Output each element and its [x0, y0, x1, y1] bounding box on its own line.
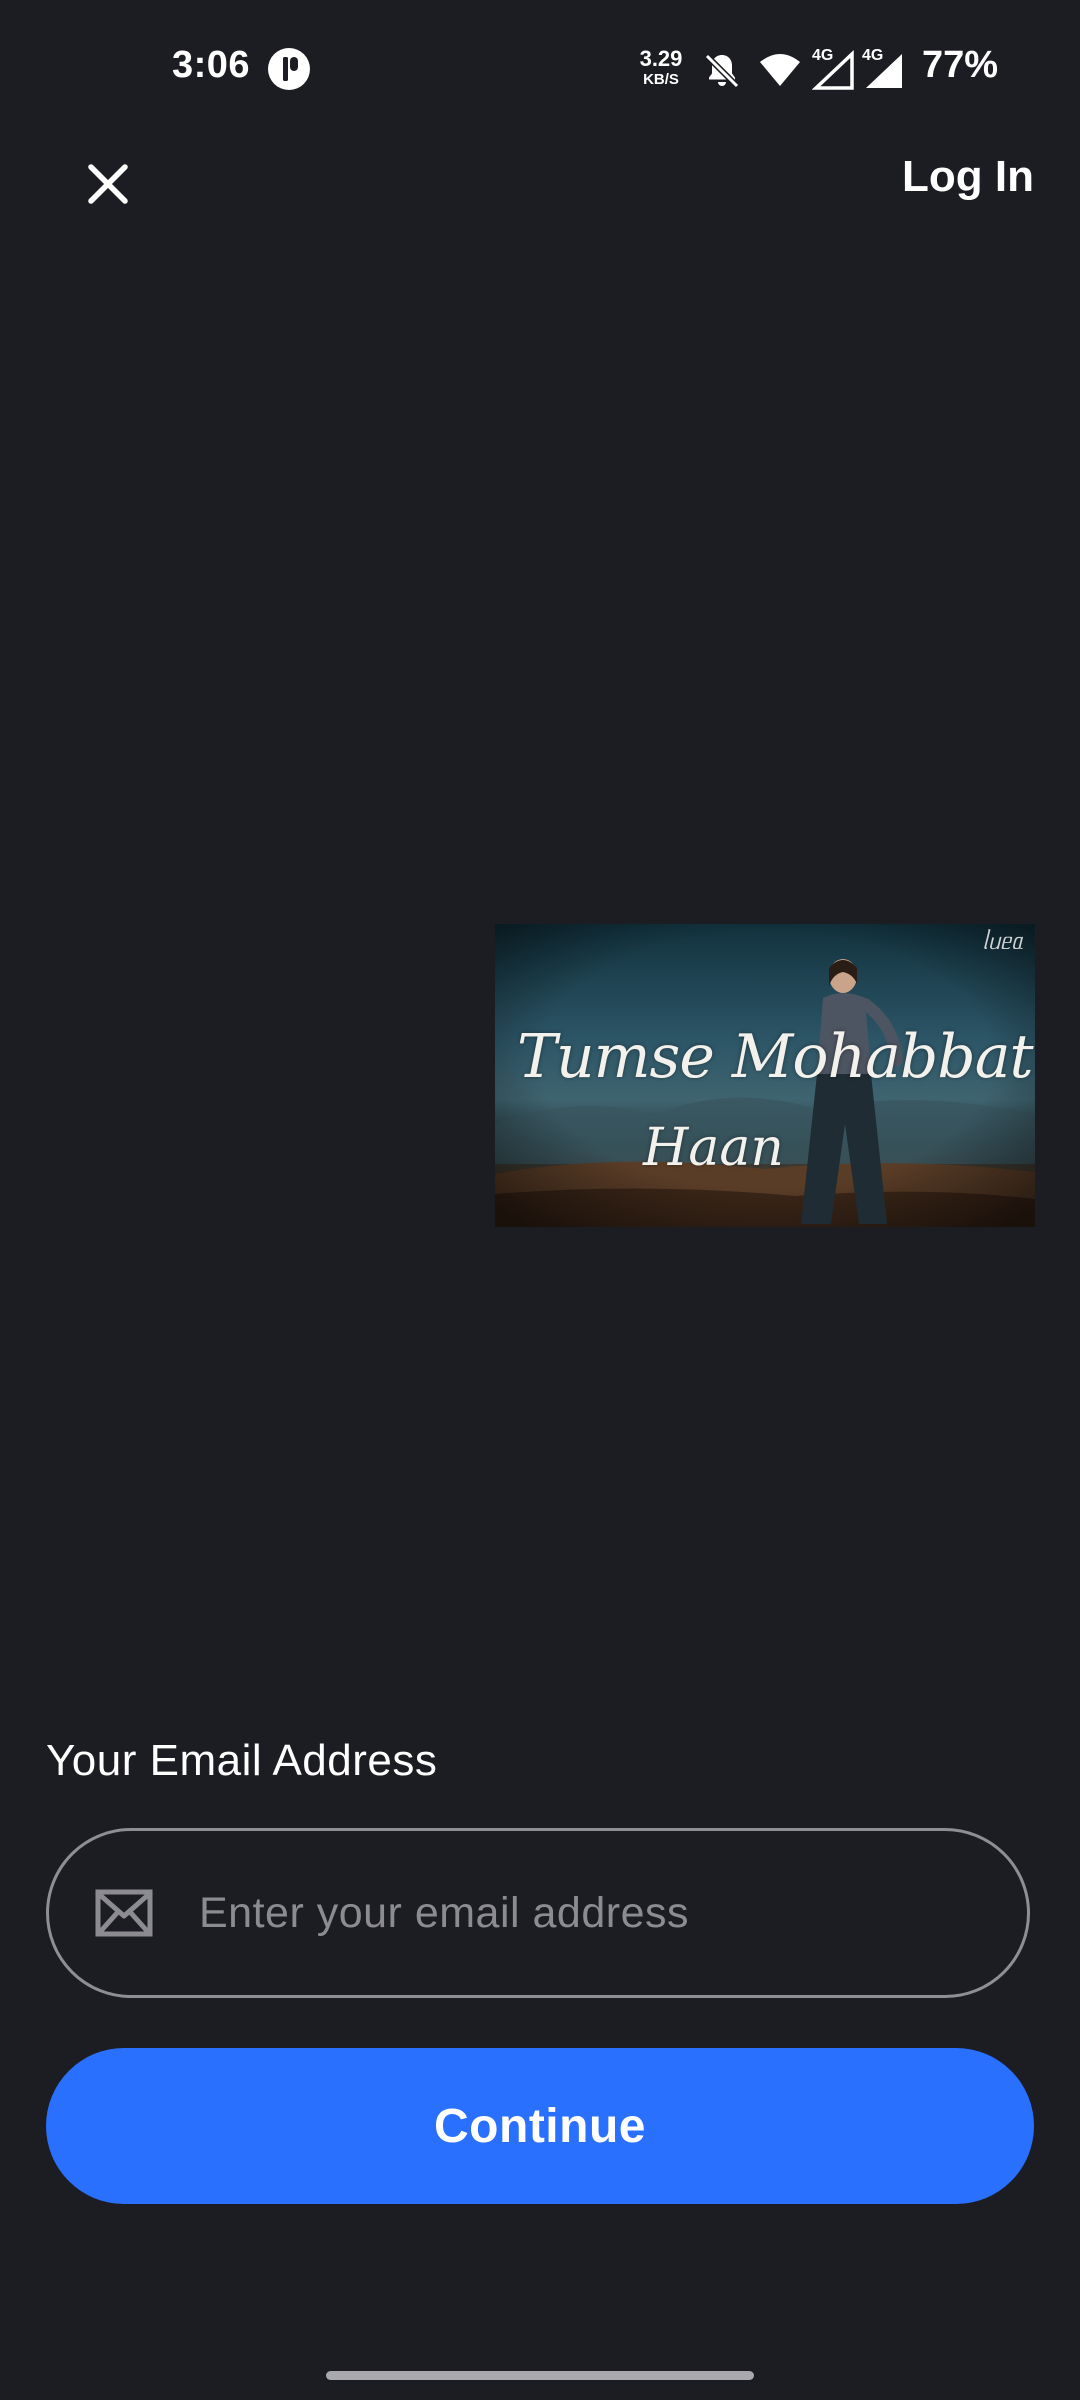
email-label: Your Email Address [46, 1736, 438, 1785]
video-caption-line-1: Tumse Mohabbat Hai [517, 1022, 1035, 1092]
wifi-icon [758, 50, 802, 95]
network-type-2: 4G [862, 47, 883, 64]
app-notification-icon [268, 48, 310, 90]
network-speed-unit: KB/S [643, 71, 679, 88]
battery-level: 77% [922, 44, 999, 86]
email-input[interactable] [199, 1888, 1027, 1938]
continue-button[interactable]: Continue [46, 2048, 1034, 2204]
login-link[interactable]: Log In [902, 152, 1034, 202]
close-button[interactable] [72, 148, 144, 220]
video-preview: ᥣᥙᥱᥲ Tumse Mohabbat Hai Haan [495, 924, 1035, 1227]
status-time: 3:06 [172, 44, 251, 86]
mail-icon [95, 1889, 153, 1937]
signal-icon-1: 4G [811, 44, 856, 95]
status-bar: 3:06 3.29 KB/S 4G 4G 77% [0, 0, 1080, 136]
video-caption-line-2: Haan [643, 1118, 784, 1178]
video-watermark: ᥣᥙᥱᥲ [982, 930, 1023, 955]
network-speed: 3.29 KB/S [636, 46, 686, 88]
close-icon [88, 164, 128, 204]
network-speed-value: 3.29 [639, 46, 683, 71]
network-type-1: 4G [812, 47, 833, 64]
bell-off-icon [702, 50, 742, 95]
email-field[interactable] [46, 1828, 1030, 1998]
signal-icon-2: 4G [862, 44, 906, 95]
home-indicator[interactable] [326, 2371, 754, 2380]
